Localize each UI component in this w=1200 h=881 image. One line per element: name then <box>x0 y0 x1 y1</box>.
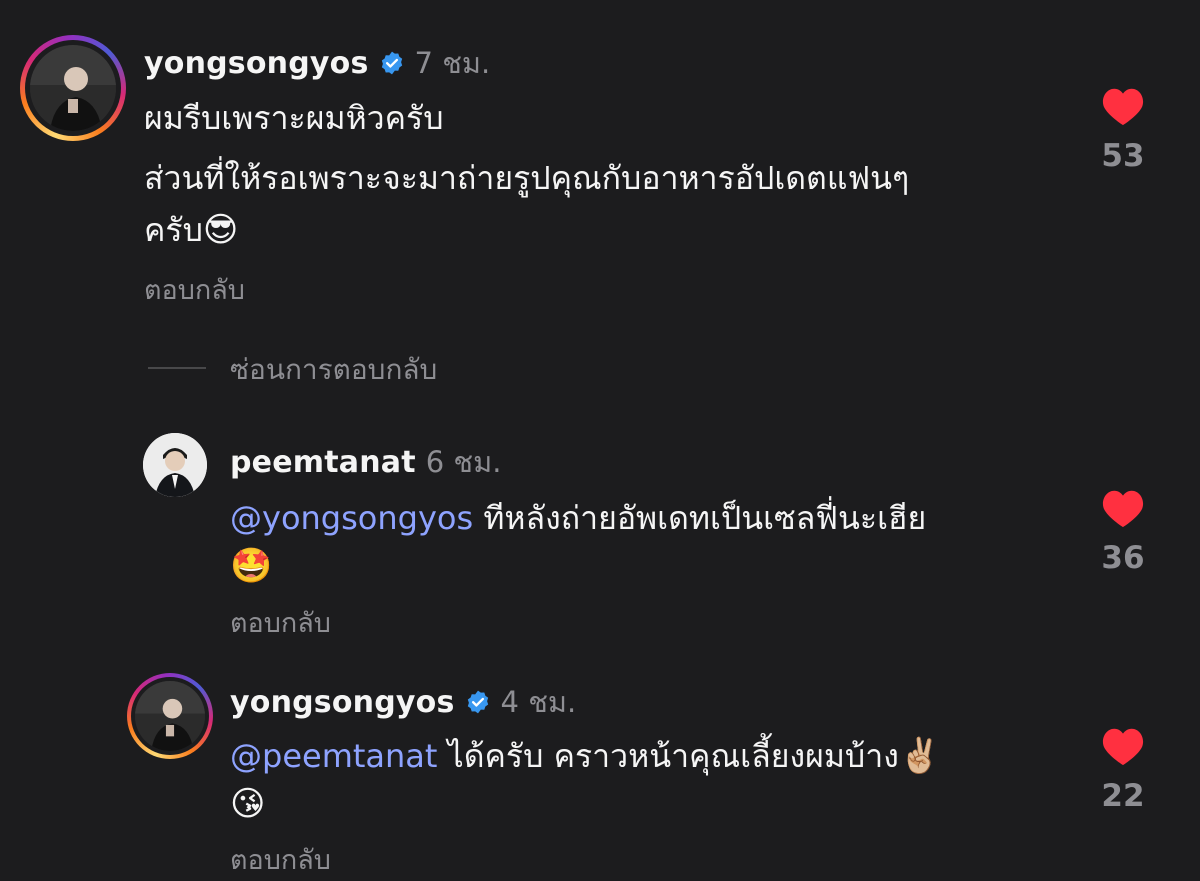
comment-text-line: 🤩 <box>230 538 272 594</box>
reply-button[interactable]: ตอบกลับ <box>230 601 331 644</box>
timestamp: 4 ชม. <box>500 685 577 719</box>
comment-text: ครับ <box>144 211 203 249</box>
avatar-photo <box>30 45 116 131</box>
star-struck-emoji-icon: 🤩 <box>230 546 273 586</box>
comment-header: yongsongyos 7 ชม. <box>144 40 490 86</box>
like-count: 36 <box>1101 540 1145 576</box>
heart-icon[interactable] <box>1101 488 1145 528</box>
mention-link[interactable]: @peemtanat <box>230 737 437 775</box>
kissing-heart-emoji-icon: 😘 <box>230 784 266 824</box>
comment-text: ผมรีบเพราะผมหิวครับ <box>144 99 444 137</box>
heart-icon[interactable] <box>1101 86 1145 126</box>
avatar-photo <box>135 681 205 751</box>
comment-text-line: @yongsongyos ทีหลังถ่ายอัพเดทเป็นเซลฟี่น… <box>230 490 926 546</box>
timestamp: 7 ชม. <box>414 46 491 80</box>
heart-icon[interactable] <box>1101 726 1145 766</box>
comment-text-line: ผมรีบเพราะผมหิวครับ <box>144 90 444 146</box>
avatar[interactable] <box>30 45 116 131</box>
hide-replies-divider <box>148 367 206 369</box>
sunglasses-emoji-icon: 😎 <box>202 210 239 250</box>
like-control: 36 <box>1093 488 1153 576</box>
comment-text-line: ครับ😎 <box>144 202 238 258</box>
comment-text-line: ส่วนที่ให้รอเพราะจะมาถ่ายรูปคุณกับอาหารอ… <box>144 150 909 206</box>
avatar[interactable] <box>143 433 207 497</box>
username[interactable]: peemtanat <box>230 445 416 480</box>
hide-replies-button[interactable]: ซ่อนการตอบกลับ <box>230 348 437 392</box>
like-count: 22 <box>1101 778 1145 814</box>
avatar[interactable] <box>135 681 205 751</box>
comment-text-line: 😘 <box>230 776 265 832</box>
username[interactable]: yongsongyos <box>144 46 369 81</box>
reply-button[interactable]: ตอบกลับ <box>230 838 331 881</box>
like-control: 22 <box>1093 726 1153 814</box>
reply-button[interactable]: ตอบกลับ <box>144 268 245 311</box>
comment-text: ส่วนที่ให้รอเพราะจะมาถ่ายรูปคุณกับอาหารอ… <box>144 159 910 197</box>
timestamp: 6 ชม. <box>425 445 502 479</box>
comment-text: ทีหลังถ่ายอัพเดทเป็นเซลฟี่นะเฮีย <box>473 499 927 537</box>
comment-header: yongsongyos 4 ชม. <box>230 679 576 725</box>
comment-text: ได้ครับ คราวหน้าคุณเลี้ยงผมบ้าง <box>437 737 899 775</box>
comment-header: peemtanat 6 ชม. <box>230 439 501 485</box>
victory-hand-emoji-icon: ✌🏼 <box>898 736 942 776</box>
username[interactable]: yongsongyos <box>230 685 455 720</box>
mention-link[interactable]: @yongsongyos <box>230 499 473 537</box>
like-control: 53 <box>1093 86 1153 174</box>
comment-text-line: @peemtanat ได้ครับ คราวหน้าคุณเลี้ยงผมบ้… <box>230 728 941 784</box>
verified-badge-icon <box>381 51 402 75</box>
like-count: 53 <box>1101 138 1145 174</box>
verified-badge-icon <box>467 690 488 714</box>
avatar-photo <box>143 433 207 497</box>
